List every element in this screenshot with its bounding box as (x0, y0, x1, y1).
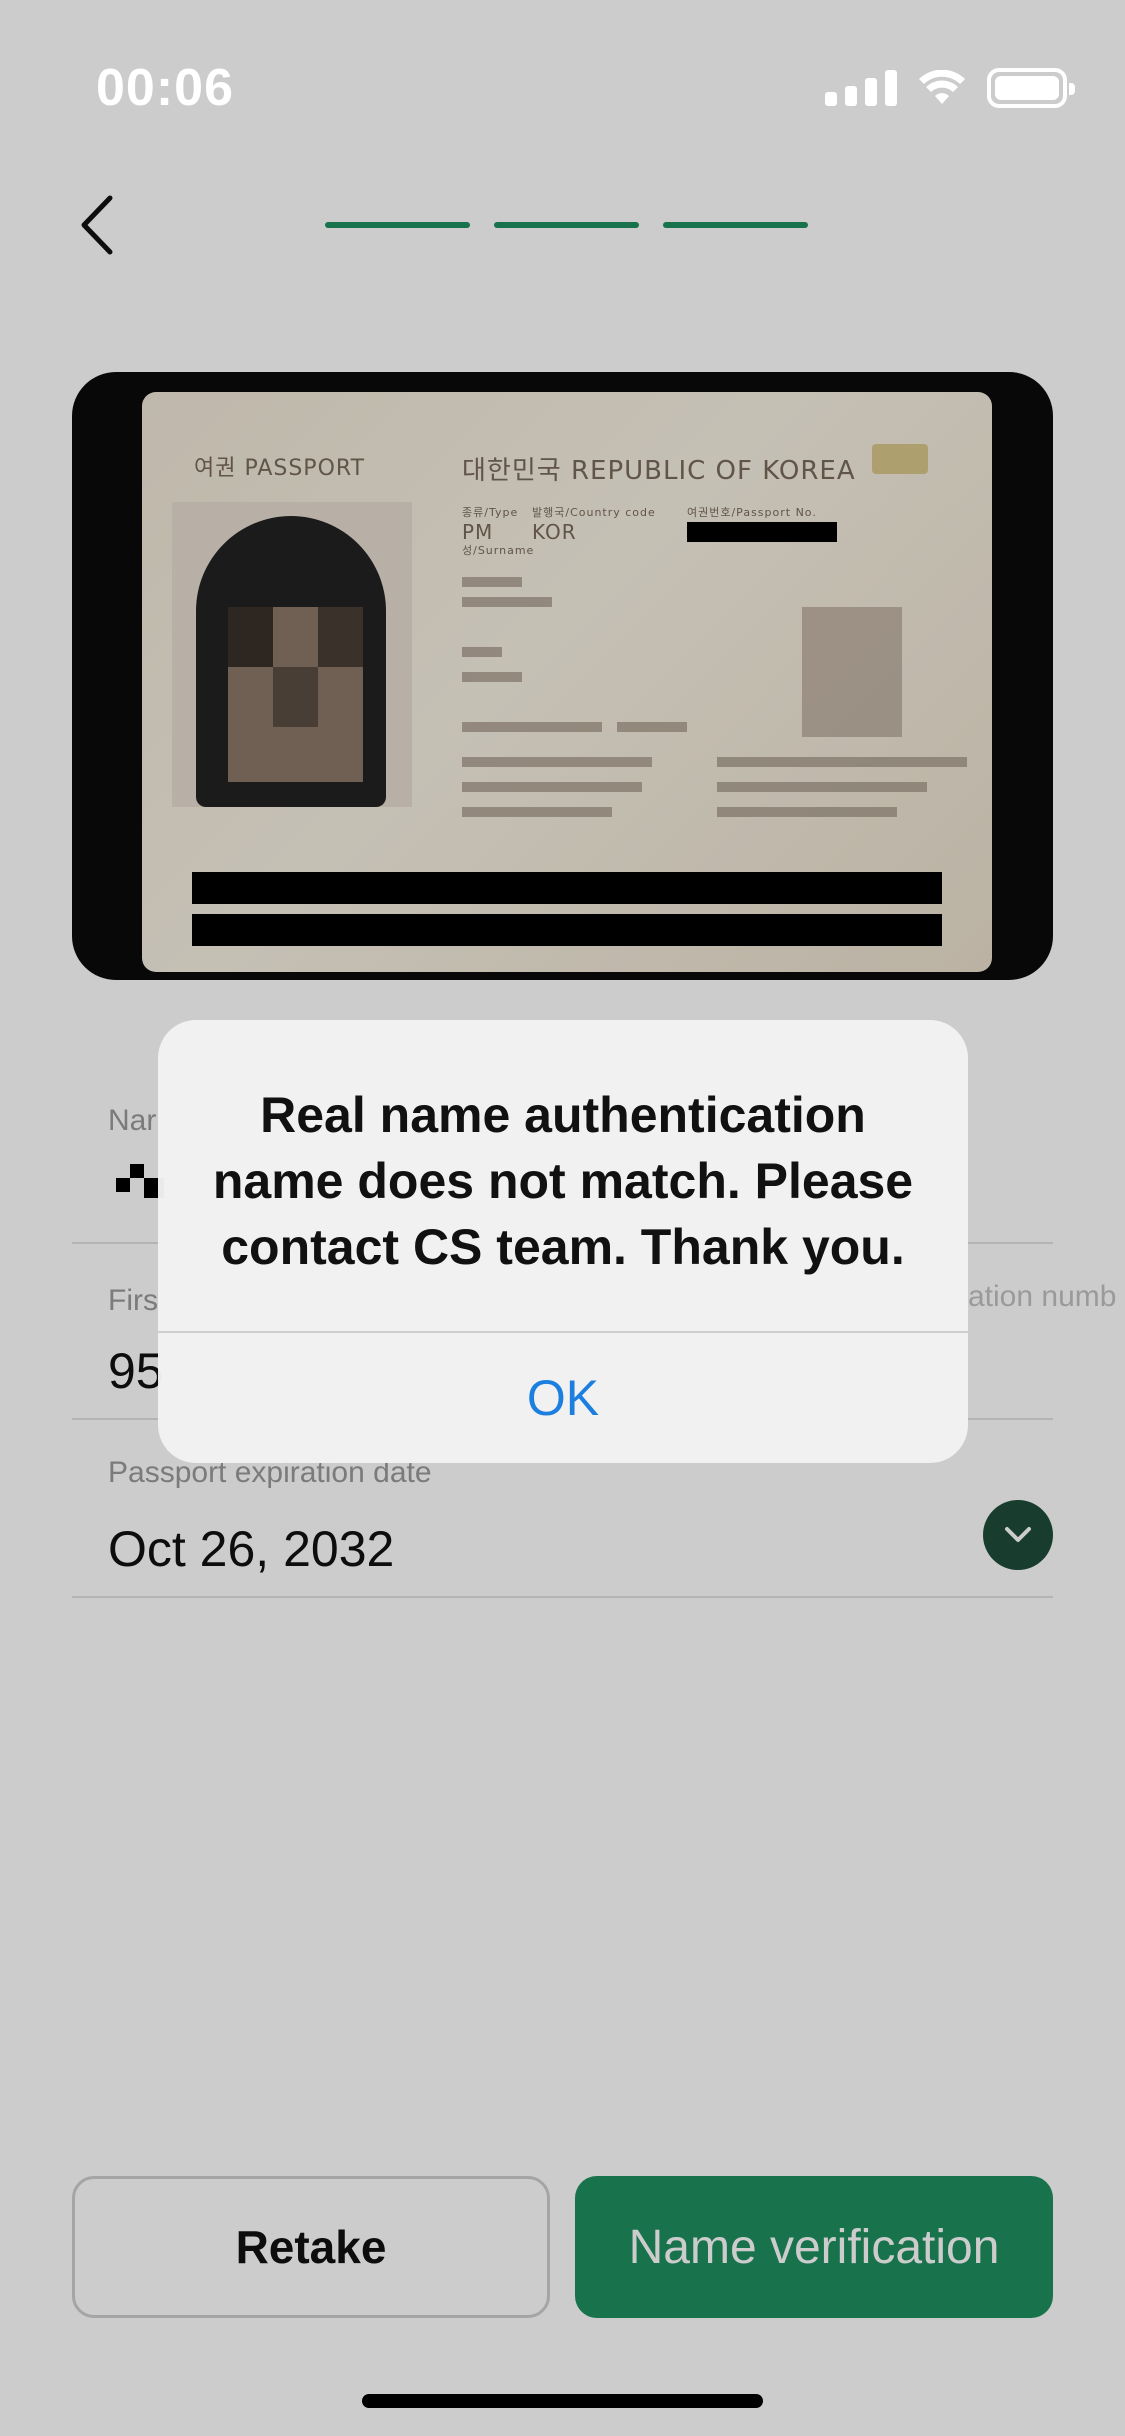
screen: 00:06 여권 PASSPORT 대한민국 REPUBLIC OF KOREA… (0, 0, 1125, 2436)
signal-icon (825, 70, 897, 106)
alert-message: Real name authentication name does not m… (212, 1087, 914, 1275)
status-time: 00:06 (96, 59, 234, 117)
registration-number-label: ation numb (968, 1280, 1117, 1313)
home-indicator[interactable] (362, 2394, 763, 2408)
alert-dialog: Real name authentication name does not m… (158, 1020, 968, 1463)
status-icons (825, 66, 1075, 110)
ok-button[interactable]: OK (158, 1333, 968, 1463)
battery-icon (987, 68, 1075, 108)
wifi-icon (919, 70, 965, 104)
